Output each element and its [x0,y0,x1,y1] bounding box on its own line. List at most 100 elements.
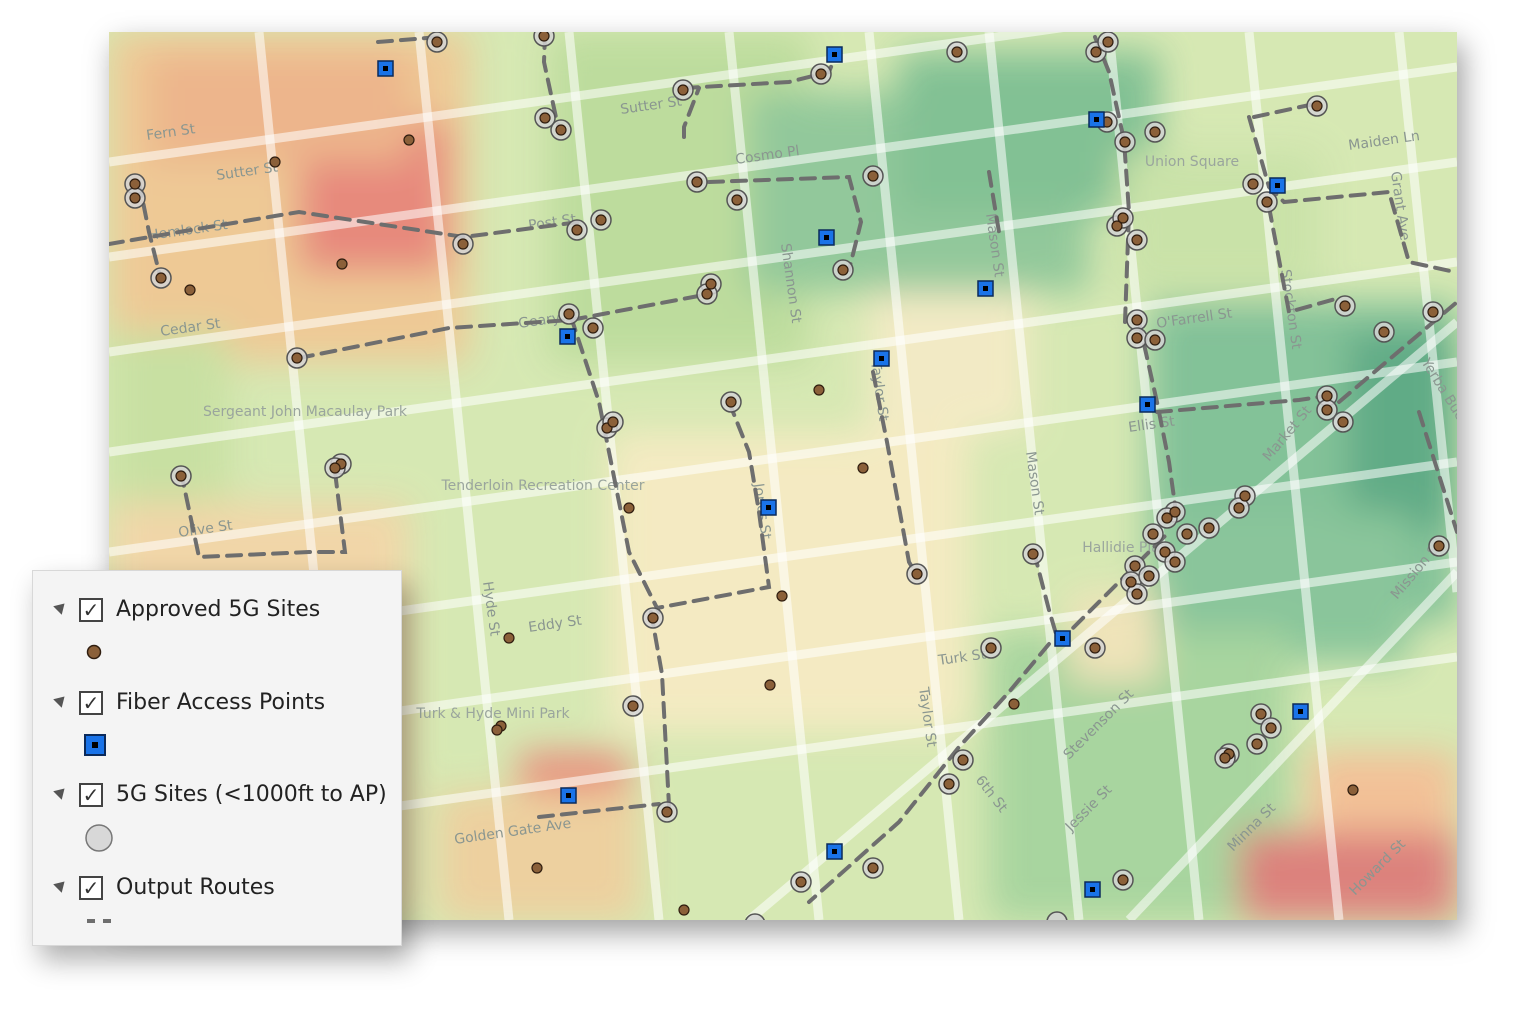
fiber-ap-icon[interactable] [1139,396,1156,413]
approved-site-icon[interactable] [1089,642,1101,654]
approved-site-icon[interactable] [857,462,869,474]
approved-site-icon[interactable] [911,568,923,580]
approved-site-icon[interactable] [1347,784,1359,796]
fiber-ap-icon[interactable] [1269,177,1286,194]
approved-site-icon[interactable] [1181,528,1193,540]
approved-site-icon[interactable] [1261,196,1273,208]
fiber-ap-icon[interactable] [977,280,994,297]
collapse-arrow-icon[interactable] [53,599,69,615]
approved-site-icon[interactable] [491,724,503,736]
approved-site-icon[interactable] [985,642,997,654]
approved-site-icon[interactable] [1117,212,1129,224]
approved-site-icon[interactable] [1090,46,1102,58]
approved-site-icon[interactable] [951,46,963,58]
fiber-ap-icon[interactable] [560,787,577,804]
approved-site-icon[interactable] [691,176,703,188]
approved-site-icon[interactable] [815,68,827,80]
approved-site-icon[interactable] [184,284,196,296]
approved-site-icon[interactable] [623,502,635,514]
approved-site-icon[interactable] [1219,752,1231,764]
approved-site-icon[interactable] [1169,556,1181,568]
approved-site-icon[interactable] [587,322,599,334]
approved-site-icon[interactable] [1008,698,1020,710]
approved-site-icon[interactable] [1027,548,1039,560]
collapse-arrow-icon[interactable] [53,784,69,800]
approved-site-icon[interactable] [329,462,341,474]
approved-site-icon[interactable] [1161,512,1173,524]
approved-site-icon[interactable] [725,396,737,408]
approved-site-icon[interactable] [705,278,717,290]
approved-site-icon[interactable] [776,590,788,602]
approved-site-icon[interactable] [1265,722,1277,734]
approved-site-icon[interactable] [1321,404,1333,416]
approved-site-icon[interactable] [1143,570,1155,582]
approved-site-icon[interactable] [678,904,690,916]
approved-site-icon[interactable] [1255,708,1267,720]
approved-site-icon[interactable] [957,754,969,766]
approved-site-icon[interactable] [291,352,303,364]
collapse-arrow-icon[interactable] [53,877,69,893]
approved-site-icon[interactable] [595,214,607,226]
approved-site-icon[interactable] [1149,334,1161,346]
approved-site-icon[interactable] [175,470,187,482]
approved-site-icon[interactable] [647,612,659,624]
fiber-ap-icon[interactable] [873,350,890,367]
approved-site-icon[interactable] [457,238,469,250]
approved-site-icon[interactable] [1102,36,1114,48]
approved-site-icon[interactable] [129,178,141,190]
layer-visibility-checkbox[interactable]: ✓ [79,876,103,900]
approved-site-icon[interactable] [1159,546,1171,558]
approved-site-icon[interactable] [701,288,713,300]
approved-site-icon[interactable] [1251,738,1263,750]
approved-site-icon[interactable] [813,384,825,396]
approved-site-icon[interactable] [731,194,743,206]
approved-site-icon[interactable] [531,862,543,874]
fiber-ap-icon[interactable] [826,46,843,63]
layer-visibility-checkbox[interactable]: ✓ [79,598,103,622]
approved-site-icon[interactable] [867,170,879,182]
fiber-ap-icon[interactable] [818,229,835,246]
fiber-ap-icon[interactable] [377,60,394,77]
approved-site-icon[interactable] [1131,588,1143,600]
approved-site-icon[interactable] [1378,326,1390,338]
layer-visibility-checkbox[interactable]: ✓ [79,691,103,715]
approved-site-icon[interactable] [1247,178,1259,190]
approved-site-icon[interactable] [1131,234,1143,246]
fiber-ap-icon[interactable] [760,499,777,516]
approved-site-icon[interactable] [1233,502,1245,514]
approved-site-icon[interactable] [1239,490,1251,502]
approved-site-icon[interactable] [1129,560,1141,572]
approved-site-icon[interactable] [764,679,776,691]
approved-site-icon[interactable] [403,134,415,146]
approved-site-icon[interactable] [1131,332,1143,344]
approved-site-icon[interactable] [563,308,575,320]
fiber-ap-icon[interactable] [1054,630,1071,647]
fiber-ap-icon[interactable] [1292,703,1309,720]
fiber-ap-icon[interactable] [826,843,843,860]
approved-site-icon[interactable] [1203,522,1215,534]
approved-site-icon[interactable] [1125,576,1137,588]
fiber-ap-icon[interactable] [559,328,576,345]
approved-site-icon[interactable] [155,272,167,284]
approved-site-icon[interactable] [129,192,141,204]
approved-site-icon[interactable] [795,876,807,888]
approved-site-icon[interactable] [1149,126,1161,138]
approved-site-icon[interactable] [1131,314,1143,326]
approved-site-icon[interactable] [269,156,281,168]
approved-site-icon[interactable] [943,778,955,790]
approved-site-icon[interactable] [538,32,550,42]
approved-site-icon[interactable] [503,632,515,644]
collapse-arrow-icon[interactable] [53,692,69,708]
approved-site-icon[interactable] [661,806,673,818]
approved-site-icon[interactable] [1433,540,1445,552]
approved-site-icon[interactable] [1427,306,1439,318]
layer-visibility-checkbox[interactable]: ✓ [79,783,103,807]
approved-site-icon[interactable] [539,112,551,124]
approved-site-icon[interactable] [1147,528,1159,540]
approved-site-icon[interactable] [627,700,639,712]
approved-site-icon[interactable] [1337,416,1349,428]
approved-site-icon[interactable] [336,258,348,270]
approved-site-icon[interactable] [1311,100,1323,112]
approved-site-icon[interactable] [837,264,849,276]
approved-site-icon[interactable] [677,84,689,96]
